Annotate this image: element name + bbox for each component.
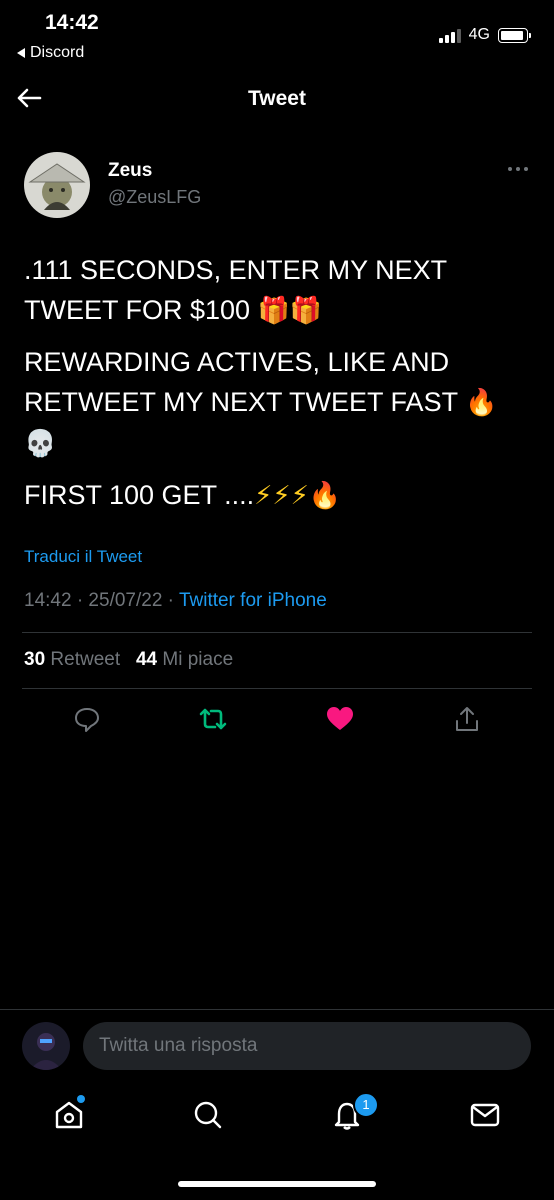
author-avatar[interactable] <box>24 152 90 218</box>
notifications-badge: 1 <box>353 1092 379 1118</box>
page-title: Tweet <box>248 87 306 110</box>
reply-input[interactable] <box>83 1022 531 1070</box>
retweet-icon[interactable] <box>198 704 228 734</box>
author-name[interactable]: Zeus <box>108 160 152 182</box>
lightning-fire-emoji: ⚡⚡⚡🔥 <box>254 481 342 511</box>
status-bar: 14:42 Discord 4G <box>0 0 554 70</box>
network-label: 4G <box>468 26 490 43</box>
status-indicators: 4G <box>438 26 531 44</box>
tweet-timestamp: 14:42 · 25/07/22 · <box>24 590 179 611</box>
tweet-meta: 14:42 · 25/07/22 · Twitter for iPhone <box>24 590 327 612</box>
reply-bar <box>0 1020 554 1076</box>
search-icon[interactable] <box>191 1098 225 1132</box>
messages-icon[interactable] <box>468 1098 502 1132</box>
retweets-stat[interactable]: 30 Retweet <box>24 649 120 670</box>
author-handle[interactable]: @ZeusLFG <box>108 187 201 208</box>
tweet-paragraph: REWARDING ACTIVES, LIKE AND RETWEET MY N… <box>24 347 498 459</box>
more-options-icon[interactable] <box>506 164 530 174</box>
tweet-paragraph: .111 SECONDS, ENTER MY NEXT TWEET FOR $1… <box>24 255 447 326</box>
back-triangle-icon <box>17 48 25 58</box>
reply-icon[interactable] <box>72 704 102 734</box>
divider <box>22 632 532 633</box>
like-icon[interactable] <box>325 704 355 734</box>
tweet-stats: 30 Retweet 44 Mi piace <box>24 649 233 671</box>
tweet-source-link[interactable]: Twitter for iPhone <box>179 590 327 611</box>
battery-icon <box>498 27 531 43</box>
back-app-label: Discord <box>30 44 85 61</box>
gift-emoji: 🎁🎁 <box>257 296 323 326</box>
tweet-text: .111 SECONDS, ENTER MY NEXT TWEET FOR $1… <box>24 250 524 527</box>
user-avatar[interactable] <box>22 1022 70 1070</box>
divider <box>0 1009 554 1010</box>
likes-stat[interactable]: 44 Mi piace <box>136 649 233 670</box>
translate-tweet-link[interactable]: Traduci il Tweet <box>24 547 142 567</box>
share-icon[interactable] <box>452 704 482 734</box>
status-time: 14:42 <box>45 11 99 34</box>
bottom-tab-bar: 1 <box>0 1090 554 1150</box>
back-to-app-link[interactable]: Discord <box>17 44 84 62</box>
tweet-header: Tweet <box>0 75 554 123</box>
tweet-actions <box>0 700 554 742</box>
home-icon[interactable] <box>52 1098 86 1132</box>
home-indicator[interactable] <box>178 1181 376 1187</box>
tweet-author: Zeus @ZeusLFG <box>24 152 532 218</box>
home-notification-dot <box>77 1095 85 1103</box>
divider <box>22 688 532 689</box>
signal-icon <box>438 28 461 43</box>
tweet-paragraph: FIRST 100 GET ....⚡⚡⚡🔥 <box>24 480 342 511</box>
